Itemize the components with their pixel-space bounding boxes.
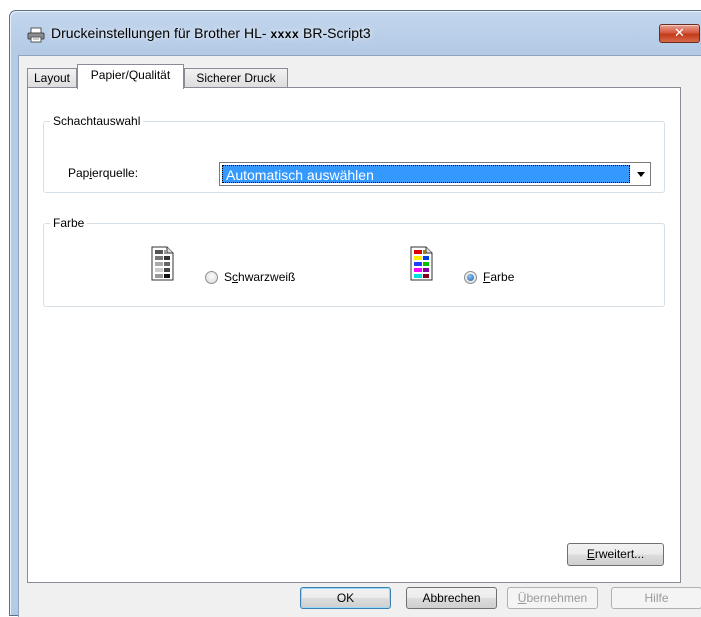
color-label[interactable]: Farbe [483,270,514,284]
advanced-button[interactable]: Erweitert... [567,543,664,566]
help-button-label: Hilfe [644,591,669,605]
tab-strip: Layout Papier/Qualität Sicherer Druck [27,64,687,89]
title-model-mask: xxxx [270,27,300,41]
paper-source-value: Automatisch auswählen [222,165,630,183]
apply-button-label: bernehmen [526,591,588,605]
tab-layout-label: Layout [33,71,71,85]
dialog-client-area: Layout Papier/Qualität Sicherer Druck Sc… [18,55,701,617]
title-bar[interactable]: Druckeinstellungen für Brother HL- xxxx … [10,11,701,55]
advanced-button-key: E [586,547,595,561]
apply-button[interactable]: Übernehmen [507,587,598,609]
color-label-post: arbe [490,270,515,284]
advanced-button-label: rweitert... [594,547,645,561]
grayscale-label[interactable]: Schwarzweiß [224,270,295,284]
color-group-title: Farbe [50,216,88,230]
radio-color[interactable] [464,271,477,284]
grayscale-label-pre: S [224,270,233,284]
window-title: Druckeinstellungen für Brother HL- xxxx … [51,25,371,41]
paper-source-label: Papierquelle: [68,166,138,180]
paper-source-dropdown[interactable]: Automatisch auswählen [219,162,651,186]
printer-icon [27,27,45,43]
tab-panel: Schachtauswahl Papierquelle: Automatisch… [27,87,681,583]
close-button[interactable]: ✕ [659,24,700,43]
color-document-icon [410,246,433,281]
close-icon: ✕ [674,26,685,41]
tray-selection-title: Schachtauswahl [50,114,144,128]
title-prefix: Druckeinstellungen für Brother HL- [51,25,267,41]
tab-secure-print-label: Sicherer Druck [196,71,276,85]
ok-button-label: OK [336,591,355,605]
ok-button[interactable]: OK [300,587,391,609]
color-group: Farbe [43,216,665,307]
paper-source-label-post: erquelle: [92,166,139,180]
tab-layout[interactable]: Layout [27,68,77,88]
print-settings-window: Druckeinstellungen für Brother HL- xxxx … [9,10,701,617]
cancel-button[interactable]: Abbrechen [406,587,497,609]
title-suffix: BR-Script3 [303,25,371,41]
tab-paper-quality[interactable]: Papier/Qualität [77,64,184,89]
grayscale-document-icon [151,246,174,281]
grayscale-label-post: hwarzweiß [238,270,296,284]
tab-secure-print[interactable]: Sicherer Druck [184,68,288,88]
tab-paper-quality-label: Papier/Qualität [90,68,171,82]
radio-grayscale[interactable] [205,271,218,284]
help-button[interactable]: Hilfe [611,587,701,609]
cancel-button-label: Abbrechen [422,591,481,605]
chevron-down-icon[interactable] [637,172,645,177]
paper-source-label-pre: Pap [68,166,90,180]
